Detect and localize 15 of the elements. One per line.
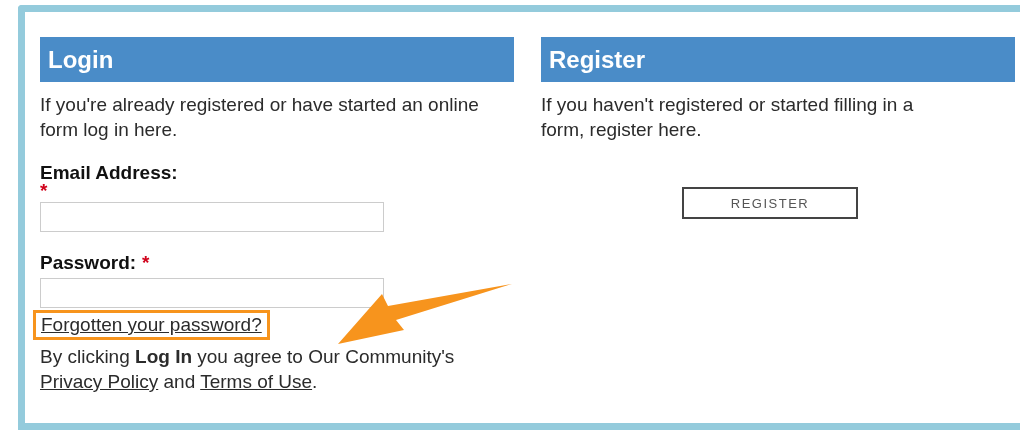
- terms-text: By clicking Log In you agree to Our Community's Privacy Policy and Terms of Use.: [40, 345, 456, 394]
- terms-of-use-link[interactable]: Terms of Use: [200, 371, 313, 392]
- panel-title: Login: [48, 45, 114, 74]
- register-button[interactable]: REGISTER: [682, 187, 858, 219]
- intro-text: If you're already registered or have started an online form log in here.: [40, 93, 480, 142]
- privacy-policy-link[interactable]: Privacy Policy: [40, 371, 159, 392]
- required-mark: *: [40, 184, 49, 198]
- intro-text: If you haven't registered or started filling in a form, register here.: [541, 93, 915, 142]
- required-mark: *: [142, 252, 150, 273]
- password-field[interactable]: [40, 278, 384, 308]
- field-label: Email Address:: [40, 162, 178, 183]
- panel-title: Register: [549, 45, 646, 74]
- forgot-password-link[interactable]: Forgotten your password?: [41, 314, 262, 335]
- field-label: Password:: [40, 252, 137, 273]
- email-field[interactable]: [40, 202, 384, 232]
